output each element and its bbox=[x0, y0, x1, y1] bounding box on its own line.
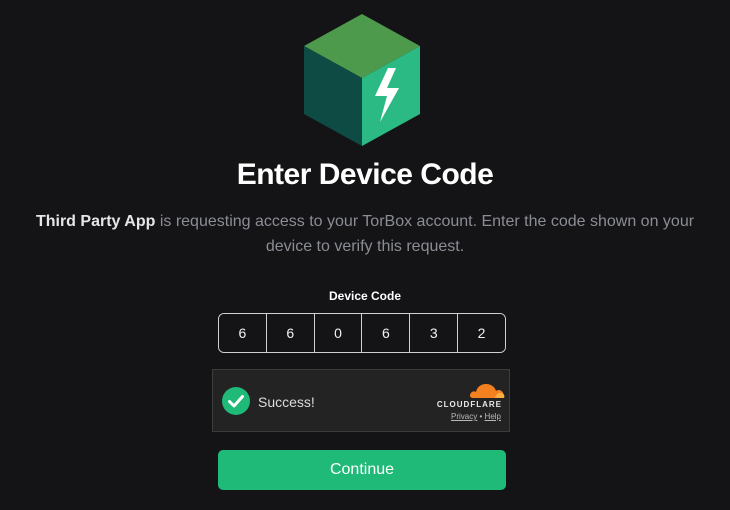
help-link[interactable]: Help bbox=[485, 412, 501, 421]
captcha-status: Success! bbox=[258, 394, 315, 410]
code-digit-5[interactable]: 3 bbox=[410, 314, 459, 352]
privacy-link[interactable]: Privacy bbox=[451, 412, 477, 421]
code-digit-6[interactable]: 2 bbox=[458, 314, 505, 352]
code-digit-3[interactable]: 0 bbox=[314, 314, 363, 352]
app-name: Third Party App bbox=[35, 213, 156, 230]
description-text: is requesting access to your TorBox acco… bbox=[155, 213, 695, 255]
device-code-label: Device Code bbox=[328, 289, 402, 303]
check-circle-icon bbox=[222, 387, 250, 415]
device-code-input[interactable]: 6 6 0 6 3 2 bbox=[218, 313, 506, 353]
cloudflare-links: Privacy • Help bbox=[451, 412, 501, 421]
continue-button[interactable]: Continue bbox=[218, 450, 506, 490]
device-code-page: Enter Device Code Third Party App is req… bbox=[0, 0, 730, 510]
cloudflare-wordmark: CLOUDFLARE bbox=[436, 400, 502, 409]
code-digit-4[interactable]: 6 bbox=[362, 314, 411, 352]
page-title: Enter Device Code bbox=[236, 158, 494, 191]
code-digit-2[interactable]: 6 bbox=[266, 314, 315, 352]
torbox-logo-icon bbox=[304, 14, 420, 146]
cloudflare-cloud-icon bbox=[469, 384, 505, 398]
description: Third Party App is requesting access to … bbox=[20, 209, 710, 259]
cloudflare-turnstile-widget[interactable]: Success! CLOUDFLARE Privacy • Help bbox=[212, 369, 510, 432]
code-digit-1[interactable]: 6 bbox=[219, 314, 267, 352]
link-separator: • bbox=[479, 412, 483, 421]
